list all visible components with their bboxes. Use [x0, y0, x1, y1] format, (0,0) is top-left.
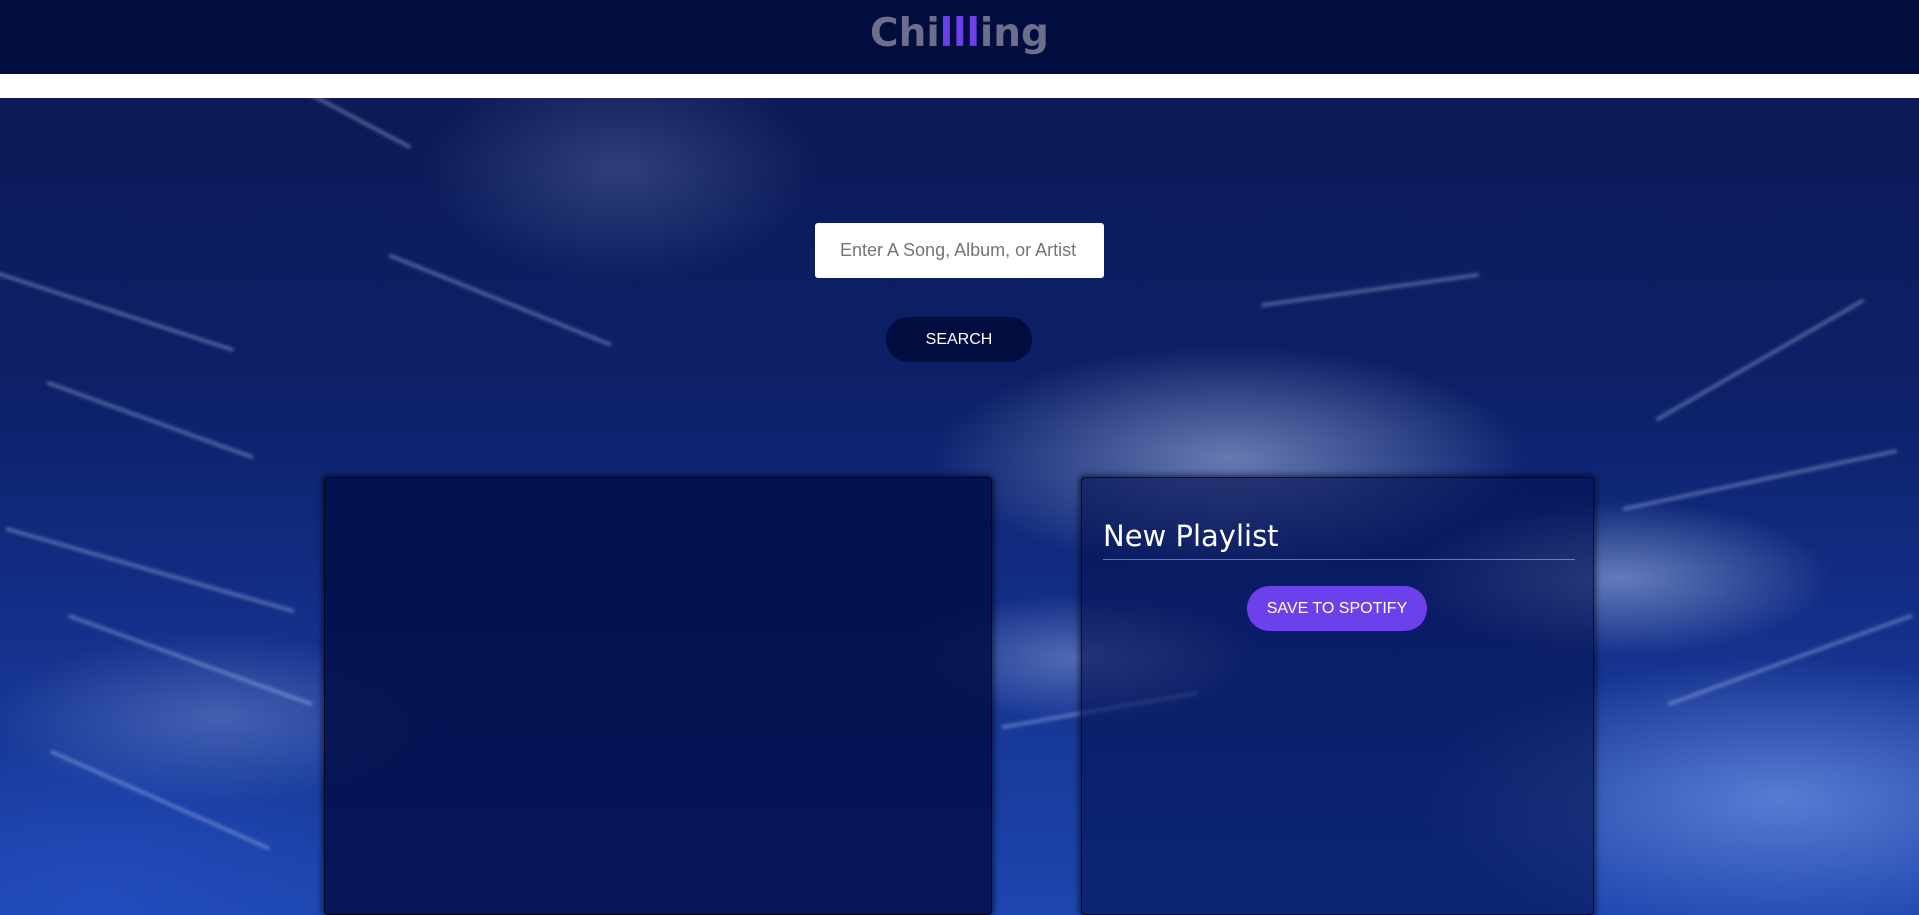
- logo-accent: lll: [939, 10, 980, 56]
- search-button[interactable]: SEARCH: [886, 317, 1032, 362]
- search-input[interactable]: [815, 223, 1104, 278]
- cloud-streak: [1622, 448, 1898, 512]
- cloud-streak: [1667, 613, 1913, 707]
- playlist-panel: New Playlist SAVE TO SPOTIFY: [1081, 477, 1594, 915]
- app-logo: Chillling: [870, 11, 1049, 56]
- cloud-streak: [49, 749, 271, 851]
- cloud-streak: [45, 380, 255, 460]
- logo-prefix: Chi: [870, 10, 940, 56]
- cloud-streak: [387, 253, 613, 347]
- logo-suffix: ing: [979, 10, 1049, 56]
- cloud-streak: [5, 526, 295, 614]
- cloud-streak: [1260, 272, 1480, 308]
- save-to-spotify-button[interactable]: SAVE TO SPOTIFY: [1247, 586, 1427, 631]
- app-header: Chillling: [0, 0, 1919, 74]
- playlist-name-input[interactable]: New Playlist: [1103, 519, 1575, 560]
- header-divider: [0, 74, 1919, 98]
- cloud-streak: [67, 613, 313, 707]
- cloud-streak: [268, 98, 412, 150]
- cloud-streak: [0, 267, 235, 353]
- cloud-streak: [1655, 298, 1865, 422]
- search-results-panel: [324, 477, 992, 915]
